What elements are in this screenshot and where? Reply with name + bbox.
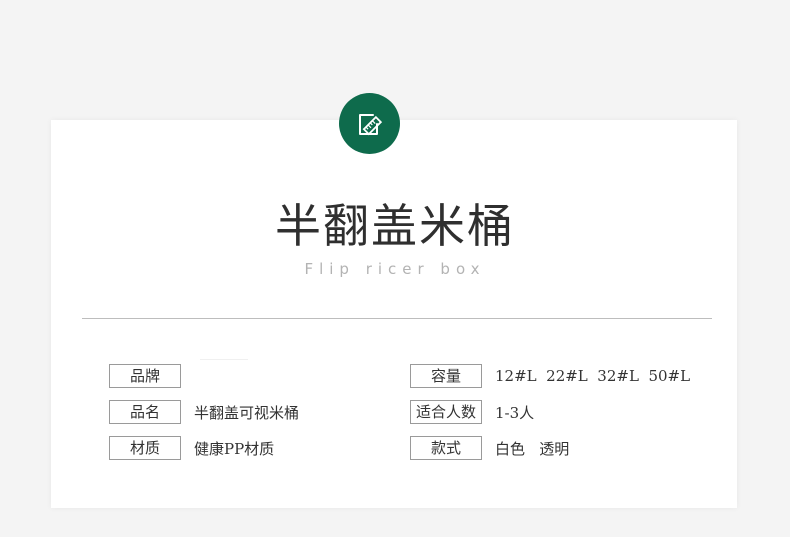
faint-line [200,359,248,360]
spec-label: 款式 [410,436,482,460]
spec-value: 半翻盖可视米桶 [194,403,300,422]
product-title: 半翻盖米桶 [275,199,515,253]
spec-value: 12#L 22#L 32#L 50#L [495,367,691,385]
spec-row-material: 材质 健康PP材质 [109,436,274,460]
spec-value: 白色 透明 [495,439,570,458]
pencil-ruler-icon [358,113,382,135]
spec-label: 容量 [410,364,482,388]
spec-label: 适合人数 [410,400,482,424]
product-subtitle: Flip ricer box [304,260,486,278]
spec-row-capacity: 容量 12#L 22#L 32#L 50#L [410,364,690,388]
spec-row-brand: 品牌 [109,364,194,388]
spec-row-suitable-people: 适合人数 1-3人 [410,400,534,424]
spec-label: 品牌 [109,364,181,388]
divider [82,318,712,319]
spec-label: 材质 [109,436,181,460]
spec-row-style: 款式 白色 透明 [410,436,569,460]
spec-value: 1-3人 [495,403,535,422]
spec-label: 品名 [109,400,181,424]
header-badge [339,93,400,154]
spec-value: 健康PP材质 [194,439,275,458]
spec-row-product-name: 品名 半翻盖可视米桶 [109,400,299,424]
